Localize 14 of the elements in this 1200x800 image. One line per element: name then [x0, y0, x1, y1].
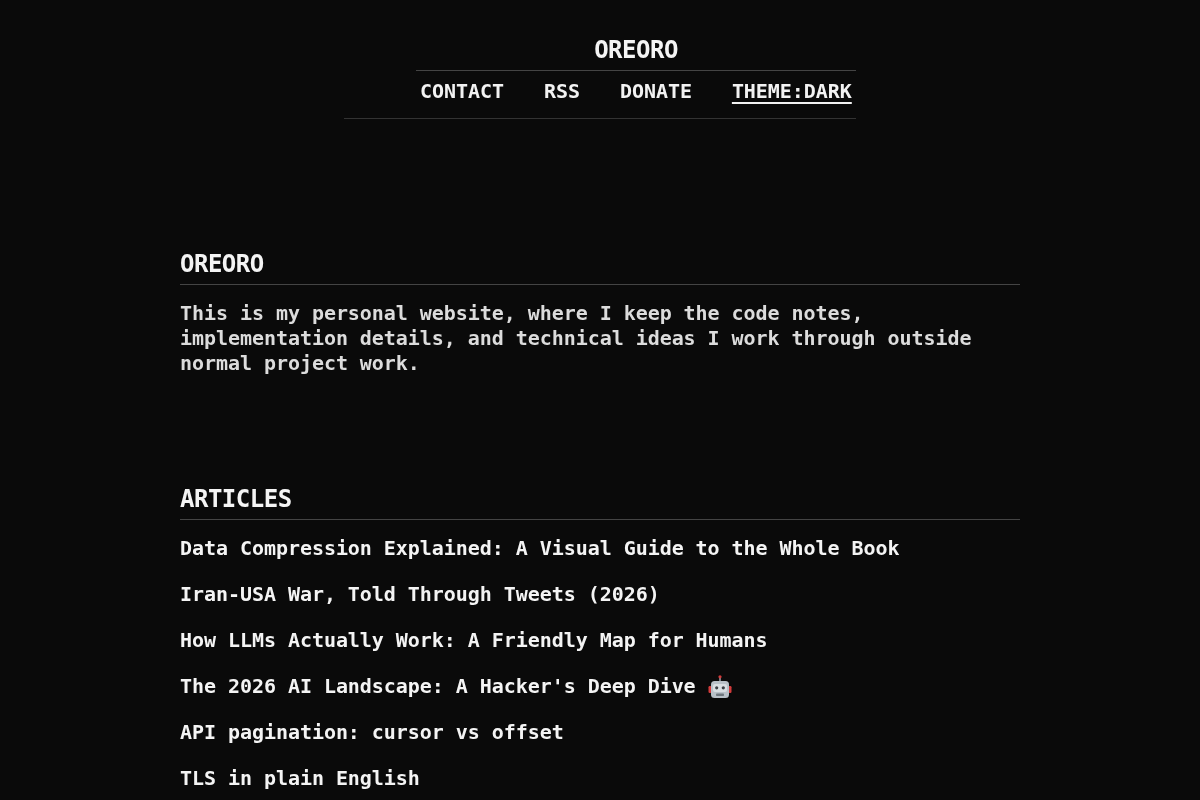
nav-link[interactable]: THEME:DARK	[731, 79, 852, 103]
nav-link[interactable]: DONATE	[619, 79, 692, 103]
nav-link[interactable]: RSS	[543, 79, 580, 103]
article-link[interactable]: How LLMs Actually Work: A Friendly Map for Humans	[180, 628, 768, 653]
site-title: OREORO	[416, 35, 856, 71]
section-heading: ARTICLES	[180, 484, 1020, 520]
article-link[interactable]: TLS in plain English	[180, 766, 420, 791]
intro-paragraph: This is my personal website, where I keep the code notes, implementation details, and technical ideas I work through outside normal project work.	[180, 301, 973, 376]
nav-link[interactable]: CONTACT	[420, 79, 504, 103]
article-link[interactable]: Data Compression Explained: A Visual Guide to the Whole Book	[180, 536, 900, 561]
section-heading: OREORO	[180, 249, 1020, 285]
article-link[interactable]: The 2026 AI Landscape: A Hacker's Deep Dive	[180, 674, 696, 699]
article-link[interactable]: API pagination: cursor vs offset	[180, 720, 564, 745]
article-link[interactable]: Iran-USA War, Told Through Tweets (2026)	[180, 582, 660, 607]
